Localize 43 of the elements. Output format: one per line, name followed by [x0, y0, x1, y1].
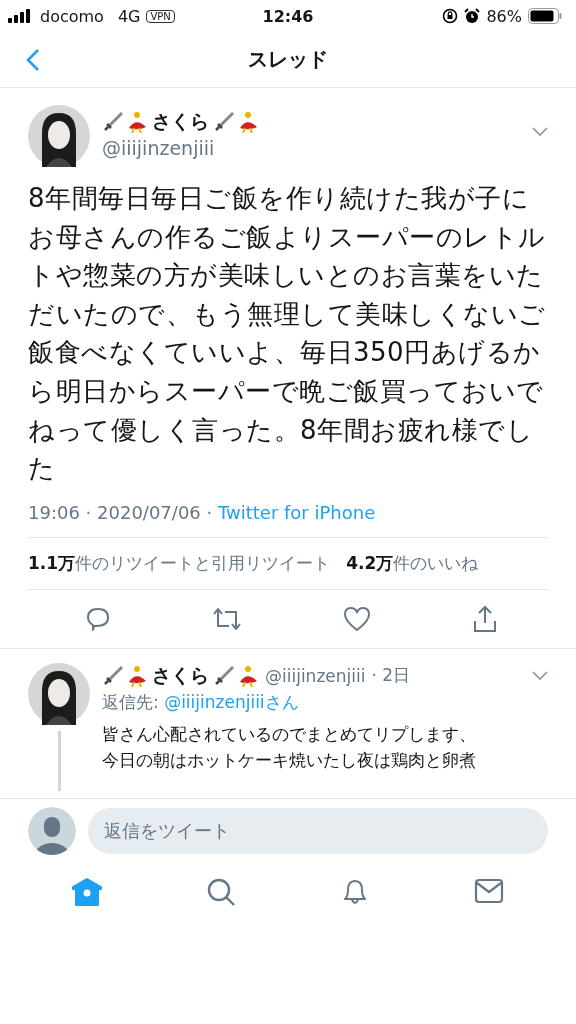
display-name: さくら [152, 662, 209, 688]
user-handle: @iiijinzenjiii [265, 665, 366, 686]
chevron-icon[interactable] [532, 670, 548, 681]
reply-input[interactable]: 返信をツイート [88, 807, 548, 854]
home-icon[interactable] [71, 876, 103, 907]
reply-age: · 2日 [371, 664, 411, 688]
network-type: 4G [117, 6, 141, 26]
search-icon[interactable] [206, 876, 236, 907]
retweet-icon[interactable] [211, 605, 242, 632]
reply-text-line: 皆さん心配されているのでまとめてリプします、 [102, 723, 477, 746]
dancer-icon [126, 111, 148, 133]
back-icon[interactable] [26, 47, 40, 72]
like-icon[interactable] [342, 605, 371, 632]
display-name: さくら [152, 109, 209, 134]
vpn-badge: VPN [146, 9, 175, 23]
screen-title: スレッド [248, 46, 328, 73]
dancer-icon [126, 664, 148, 687]
battery-percent: 86% [486, 6, 522, 26]
dagger-icon [213, 111, 235, 133]
dancer-icon [237, 664, 259, 687]
reply-text-line: 今日の朝はホットケーキ焼いたし夜は鶏肉と卵煮 [102, 749, 477, 772]
like-count[interactable]: 4.2万件のいいね [346, 551, 479, 575]
avatar[interactable] [28, 105, 90, 167]
dagger-icon [102, 664, 124, 687]
chevron-icon[interactable] [532, 127, 548, 137]
user-avatar-icon [28, 806, 76, 855]
carrier: docomo [40, 6, 104, 26]
dagger-icon [102, 111, 124, 133]
tweet-timestamp: 19:06 · 2020/07/06 · [28, 501, 214, 523]
retweet-count[interactable]: 1.1万件のリツイートと引用リツイート [28, 551, 331, 575]
battery-icon [528, 8, 562, 24]
reply-to-label: 返信先: [102, 691, 160, 712]
share-icon[interactable] [471, 604, 498, 633]
rotation-lock-icon [442, 8, 459, 24]
clock: 12:46 [262, 6, 314, 26]
mail-icon[interactable] [474, 876, 504, 905]
reply-icon[interactable] [84, 605, 111, 632]
user-handle: @iiijinzenjiii [102, 137, 216, 159]
dancer-icon [237, 111, 259, 133]
tweet-text: 8年間毎日毎日ご飯を作り続けた我が子にお母さんの作るご飯よりスーパーのレトルトや惣菜の方が美味しいとのお言葉をいただいたので、もう無理して美味しくないご飯食べなくていいよ、毎日350円あげるから明日からスーパーで晩ご飯買っておいでねって優しく言った。8年間お疲れ様でした [28, 182, 547, 486]
avatar[interactable] [28, 662, 90, 725]
dagger-icon [213, 664, 235, 687]
alarm-icon [464, 8, 481, 24]
